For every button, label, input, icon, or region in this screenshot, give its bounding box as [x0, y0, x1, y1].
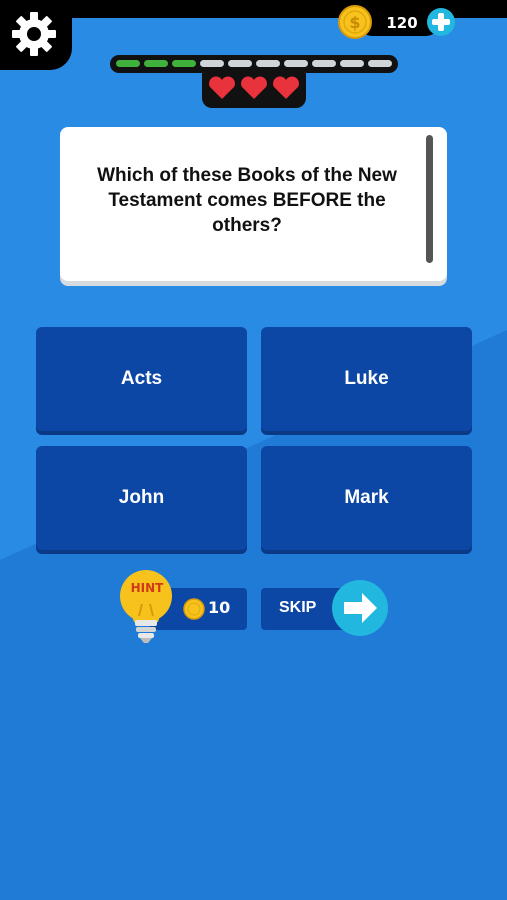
skip-arrow-button[interactable] [332, 580, 388, 636]
progress-segment [312, 60, 336, 67]
progress-segment [172, 60, 196, 67]
heart-icon [209, 76, 235, 99]
arrow-right-icon [344, 593, 377, 623]
progress-segment [200, 60, 224, 67]
lives-panel [202, 70, 306, 108]
answer-button-4[interactable]: Mark [261, 446, 472, 550]
progress-segment [256, 60, 280, 67]
coin-balance: $ 120 [338, 4, 456, 40]
coin-icon: $ [338, 5, 372, 39]
add-coins-button[interactable] [426, 7, 456, 37]
answer-button-2[interactable]: Luke [261, 327, 472, 431]
skip-label: SKIP [279, 599, 317, 616]
progress-segment [340, 60, 364, 67]
hint-cost: 10 [208, 598, 231, 617]
hint-label: HINT [130, 581, 164, 595]
coin-count: 120 [386, 14, 418, 32]
question-card: Which of these Books of the New Testamen… [60, 127, 447, 281]
progress-segment [116, 60, 140, 67]
progress-segment [144, 60, 168, 67]
svg-text:$: $ [349, 13, 360, 32]
progress-segment [228, 60, 252, 67]
gear-icon [12, 12, 56, 56]
progress-segment [284, 60, 308, 67]
answer-button-3[interactable]: John [36, 446, 247, 550]
progress-segment [368, 60, 392, 67]
heart-icon [273, 76, 299, 99]
question-text: Which of these Books of the New Testamen… [97, 165, 397, 236]
answer-button-1[interactable]: Acts [36, 327, 247, 431]
settings-button[interactable] [0, 0, 72, 70]
heart-icon [241, 76, 267, 99]
hint-coin-icon [183, 598, 205, 620]
question-scrollbar[interactable] [426, 135, 433, 263]
